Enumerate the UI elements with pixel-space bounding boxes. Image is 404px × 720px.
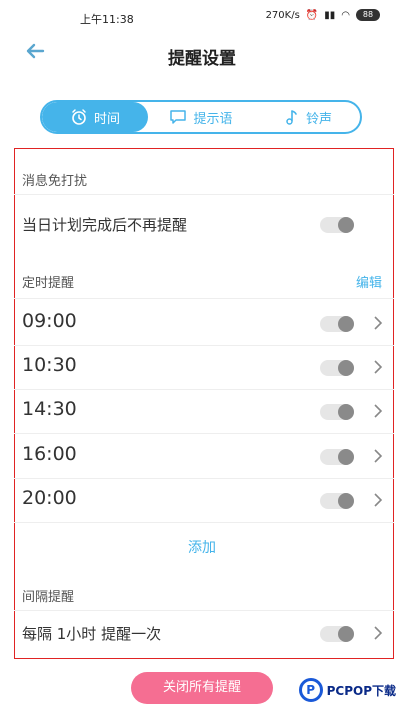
tab-ringtone-label: 铃声 [305, 111, 332, 127]
page-title: 提醒设置 [168, 49, 236, 69]
tab-time-label: 时间 [93, 111, 120, 127]
message-icon [170, 110, 187, 124]
close-all-reminders-button[interactable]: 关闭所有提醒 [131, 672, 273, 704]
music-note-icon [286, 110, 297, 125]
time-row[interactable]: 10:30 [14, 345, 394, 389]
time-toggle[interactable] [320, 404, 354, 420]
time-row[interactable]: 16:00 [14, 434, 394, 478]
time-toggle[interactable] [320, 316, 354, 332]
time-row[interactable]: 14:30 [14, 389, 394, 433]
time-label: 14:30 [22, 398, 77, 420]
chevron-right-icon [374, 449, 383, 463]
time-toggle[interactable] [320, 493, 354, 509]
tab-ringtone[interactable]: 铃声 [254, 102, 360, 132]
time-label: 09:00 [22, 310, 77, 332]
chevron-right-icon [374, 493, 383, 507]
tab-prompt[interactable]: 提示语 [148, 102, 254, 132]
brand-text: PCPOP下载 [326, 683, 396, 698]
dnd-row[interactable]: 当日计划完成后不再提醒 [14, 202, 394, 246]
dnd-heading: 消息免打扰 [22, 174, 88, 189]
chevron-right-icon [374, 404, 383, 418]
pcpop-logo-icon: P [298, 678, 323, 702]
interval-option-label: 每隔 1小时 提醒一次 [22, 625, 162, 643]
time-row[interactable]: 20:00 [14, 478, 394, 522]
time-label: 10:30 [22, 354, 77, 376]
dnd-toggle[interactable] [320, 217, 354, 233]
interval-row[interactable]: 每隔 1小时 提醒一次 [14, 611, 394, 655]
divider [14, 522, 394, 523]
wifi-icon: ◠ [341, 9, 350, 21]
time-toggle[interactable] [320, 360, 354, 376]
network-speed: 270K/s [265, 9, 300, 21]
chevron-right-icon [374, 360, 383, 374]
time-label: 16:00 [22, 443, 77, 465]
chevron-right-icon [374, 626, 383, 640]
edit-button[interactable]: 编辑 [356, 272, 382, 291]
time-label: 20:00 [22, 487, 77, 509]
interval-heading: 间隔提醒 [22, 590, 75, 605]
header: 提醒设置 [0, 34, 404, 74]
dnd-option-label: 当日计划完成后不再提醒 [22, 216, 188, 234]
tab-prompt-label: 提示语 [193, 111, 233, 127]
reminder-tabs: 时间 提示语 铃声 [40, 100, 362, 134]
alarm-clock-icon [72, 109, 86, 125]
chevron-right-icon [374, 316, 383, 330]
alarm-status-icon: ⏰ [305, 9, 319, 21]
add-button[interactable]: 添加 [0, 537, 404, 557]
status-icons: 270K/s ⏰ ▮▮ ◠ 88 [266, 9, 380, 21]
status-bar: 上午11:38 270K/s ⏰ ▮▮ ◠ 88 [0, 0, 404, 34]
divider [14, 194, 394, 195]
tab-time[interactable]: 时间 [42, 102, 148, 132]
signal-icon: ▮▮ [324, 9, 336, 21]
brand-watermark: P PCPOP下载 [298, 678, 396, 702]
time-row[interactable]: 09:00 [14, 301, 394, 345]
scheduled-heading: 定时提醒 [22, 276, 75, 291]
status-time: 上午11:38 [80, 13, 134, 26]
divider [14, 298, 394, 299]
battery-icon: 88 [356, 9, 380, 21]
time-toggle[interactable] [320, 449, 354, 465]
interval-toggle[interactable] [320, 626, 354, 642]
